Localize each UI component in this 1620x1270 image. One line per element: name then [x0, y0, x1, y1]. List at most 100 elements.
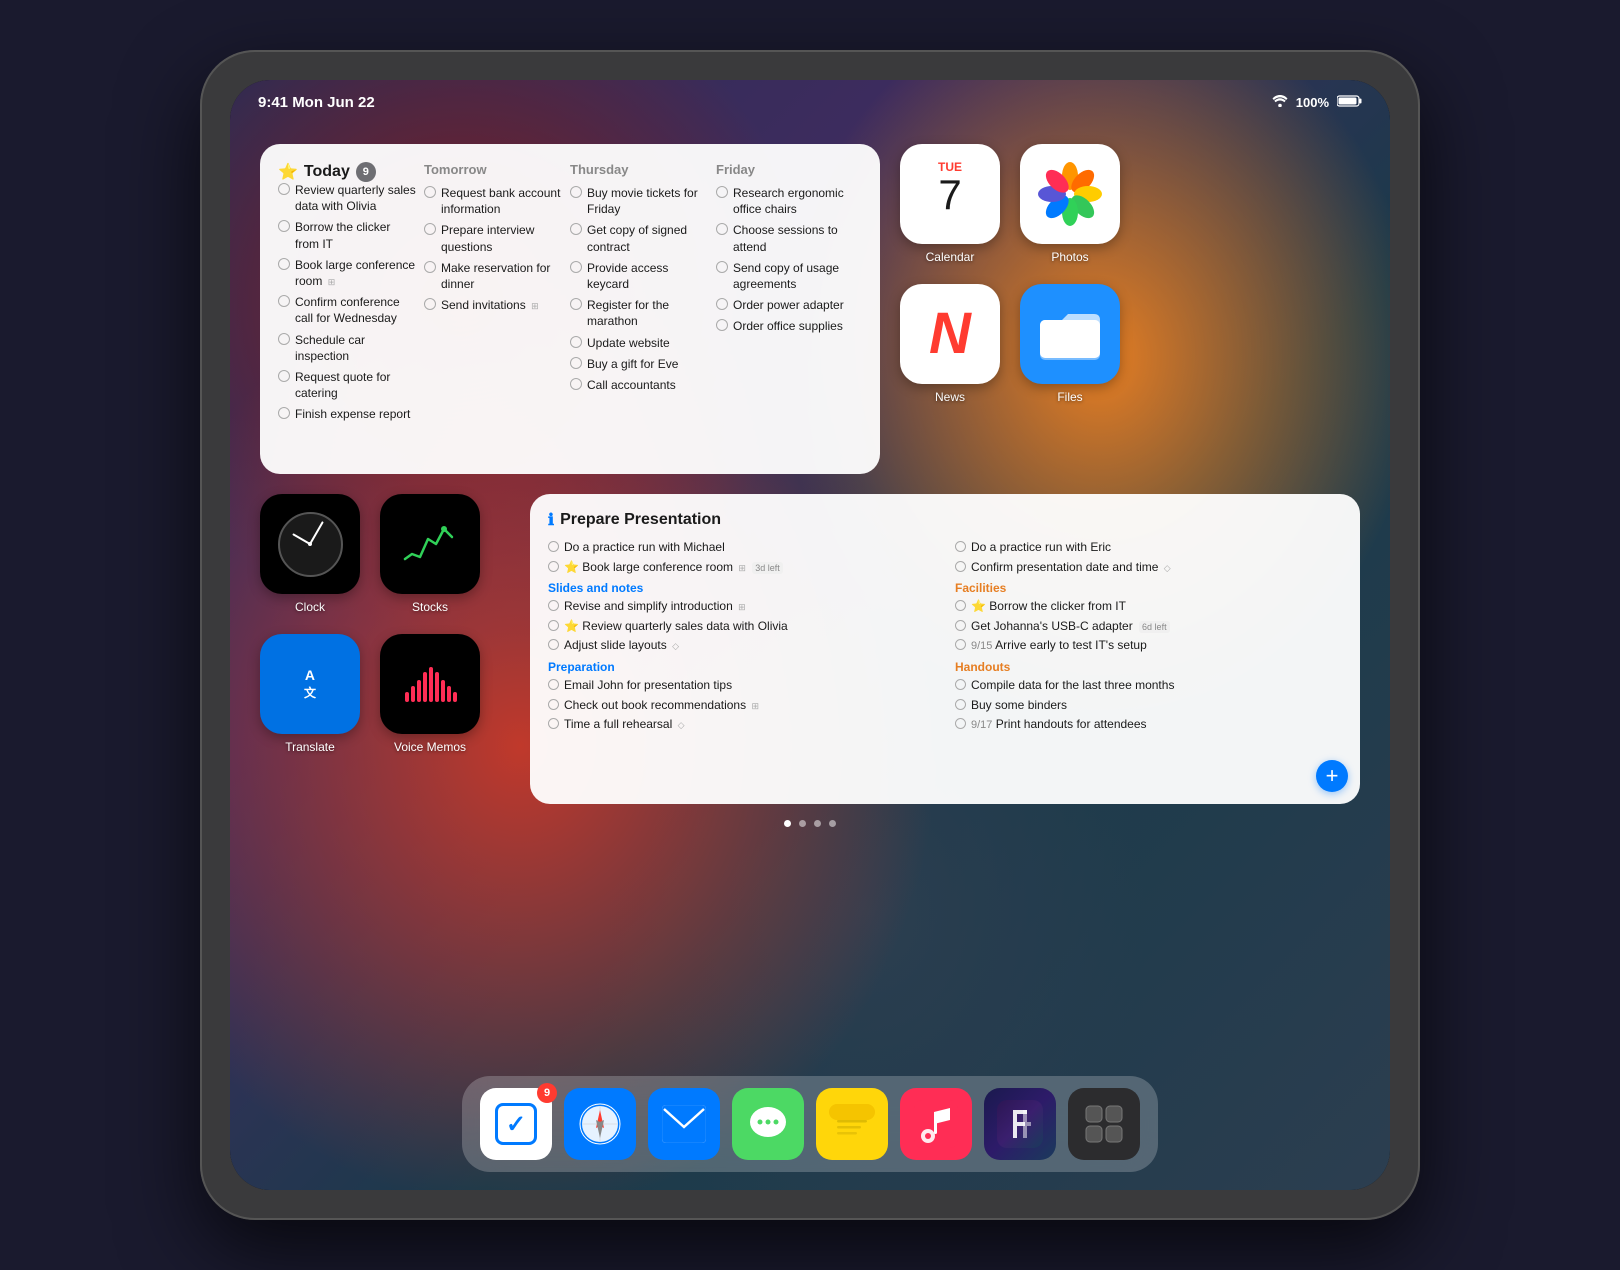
list-item[interactable]: Review quarterly sales data with Olivia [278, 182, 416, 214]
list-item[interactable]: Prepare interview questions [424, 222, 562, 254]
list-item[interactable]: Do a practice run with Eric [955, 540, 1342, 556]
checkbox[interactable] [278, 407, 290, 419]
list-item[interactable]: Finish expense report [278, 406, 416, 422]
checkbox[interactable] [570, 186, 582, 198]
checkbox[interactable] [548, 718, 559, 729]
checkbox[interactable] [955, 699, 966, 710]
photos-icon[interactable] [1020, 144, 1120, 244]
list-item[interactable]: Order power adapter [716, 297, 854, 313]
list-item[interactable]: Adjust slide layouts ◇ [548, 638, 935, 654]
list-item[interactable]: Book large conference room ⊞ [278, 257, 416, 289]
page-dot-1[interactable] [784, 820, 791, 827]
stocks-icon[interactable] [380, 494, 480, 594]
checkbox[interactable] [278, 183, 290, 195]
voice-memos-app[interactable]: Voice Memos [380, 634, 480, 754]
list-item[interactable]: Buy a gift for Eve [570, 356, 708, 372]
checkbox[interactable] [278, 370, 290, 382]
list-item[interactable]: Request bank account information [424, 185, 562, 217]
checkbox[interactable] [570, 378, 582, 390]
checkbox[interactable] [570, 336, 582, 348]
checkbox[interactable] [570, 357, 582, 369]
checkbox[interactable] [716, 223, 728, 235]
list-item[interactable]: ⭐ Borrow the clicker from IT [955, 599, 1342, 615]
list-item[interactable]: Buy movie tickets for Friday [570, 185, 708, 217]
list-item[interactable]: Choose sessions to attend [716, 222, 854, 254]
checkbox[interactable] [570, 261, 582, 273]
list-item[interactable]: Confirm conference call for Wednesday [278, 294, 416, 326]
clock-icon[interactable] [260, 494, 360, 594]
checkbox[interactable] [548, 639, 559, 650]
checkbox[interactable] [570, 223, 582, 235]
dock-shortcuts[interactable] [984, 1088, 1056, 1160]
checkbox[interactable] [955, 620, 966, 631]
clock-app[interactable]: Clock [260, 494, 360, 614]
list-item[interactable]: Register for the marathon [570, 297, 708, 329]
list-item[interactable]: Confirm presentation date and time ◇ [955, 560, 1342, 576]
list-item[interactable]: Research ergonomic office chairs [716, 185, 854, 217]
list-item[interactable]: 9/17 Print handouts for attendees [955, 717, 1342, 733]
dock-app-switcher[interactable] [1068, 1088, 1140, 1160]
checkbox[interactable] [955, 718, 966, 729]
checkbox[interactable] [548, 679, 559, 690]
checkbox[interactable] [716, 186, 728, 198]
list-item[interactable]: Revise and simplify introduction ⊞ [548, 599, 935, 615]
checkbox[interactable] [955, 541, 966, 552]
list-item[interactable]: Schedule car inspection [278, 332, 416, 364]
list-item[interactable]: Check out book recommendations ⊞ [548, 698, 935, 714]
list-item[interactable]: 9/15 Arrive early to test IT's setup [955, 638, 1342, 654]
checkbox[interactable] [278, 220, 290, 232]
checkbox[interactable] [548, 699, 559, 710]
checkbox[interactable] [955, 639, 966, 650]
checkbox[interactable] [424, 186, 436, 198]
list-item[interactable]: Call accountants [570, 377, 708, 393]
calendar-app[interactable]: TUE 7 Calendar [900, 144, 1000, 264]
list-item[interactable]: Update website [570, 335, 708, 351]
presentation-widget[interactable]: ℹ Prepare Presentation Do a practice run… [530, 494, 1360, 804]
list-item[interactable]: Send copy of usage agreements [716, 260, 854, 292]
list-item[interactable]: Order office supplies [716, 318, 854, 334]
translate-app[interactable]: A文 Translate [260, 634, 360, 754]
list-item[interactable]: Compile data for the last three months [955, 678, 1342, 694]
checkbox[interactable] [716, 319, 728, 331]
list-item[interactable]: Provide access keycard [570, 260, 708, 292]
dock-notes[interactable] [816, 1088, 888, 1160]
list-item[interactable]: Get Johanna's USB-C adapter 6d left [955, 619, 1342, 635]
list-item[interactable]: Borrow the clicker from IT [278, 219, 416, 251]
add-button[interactable]: + [1316, 760, 1348, 792]
dock-messages[interactable] [732, 1088, 804, 1160]
checkbox[interactable] [424, 261, 436, 273]
list-item[interactable]: ⭐ Review quarterly sales data with Olivi… [548, 619, 935, 635]
dock-reminders[interactable]: ✓ 9 [480, 1088, 552, 1160]
calendar-icon[interactable]: TUE 7 [900, 144, 1000, 244]
page-dot-4[interactable] [829, 820, 836, 827]
checkbox[interactable] [278, 258, 290, 270]
list-item[interactable]: Email John for presentation tips [548, 678, 935, 694]
checkbox[interactable] [424, 298, 436, 310]
list-item[interactable]: Make reservation for dinner [424, 260, 562, 292]
page-dot-2[interactable] [799, 820, 806, 827]
list-item[interactable]: Get copy of signed contract [570, 222, 708, 254]
news-icon[interactable]: N [900, 284, 1000, 384]
checkbox[interactable] [424, 223, 436, 235]
list-item[interactable]: ⭐ Book large conference room ⊞ 3d left [548, 560, 935, 576]
checkbox[interactable] [955, 679, 966, 690]
checkbox[interactable] [548, 600, 559, 611]
page-dot-3[interactable] [814, 820, 821, 827]
list-item[interactable]: Time a full rehearsal ◇ [548, 717, 935, 733]
translate-icon[interactable]: A文 [260, 634, 360, 734]
checkbox[interactable] [955, 600, 966, 611]
checkbox[interactable] [548, 620, 559, 631]
voice-memos-icon[interactable] [380, 634, 480, 734]
checkbox[interactable] [716, 261, 728, 273]
list-item[interactable]: Send invitations ⊞ [424, 297, 562, 313]
dock-safari[interactable] [564, 1088, 636, 1160]
files-app[interactable]: Files [1020, 284, 1120, 404]
photos-app[interactable]: Photos [1020, 144, 1120, 264]
checkbox[interactable] [955, 561, 966, 572]
checkbox[interactable] [278, 295, 290, 307]
dock-mail[interactable] [648, 1088, 720, 1160]
reminders-widget[interactable]: ⭐ Today 9 Review quarterly sales data wi… [260, 144, 880, 474]
checkbox[interactable] [548, 561, 559, 572]
dock-music[interactable] [900, 1088, 972, 1160]
checkbox[interactable] [716, 298, 728, 310]
